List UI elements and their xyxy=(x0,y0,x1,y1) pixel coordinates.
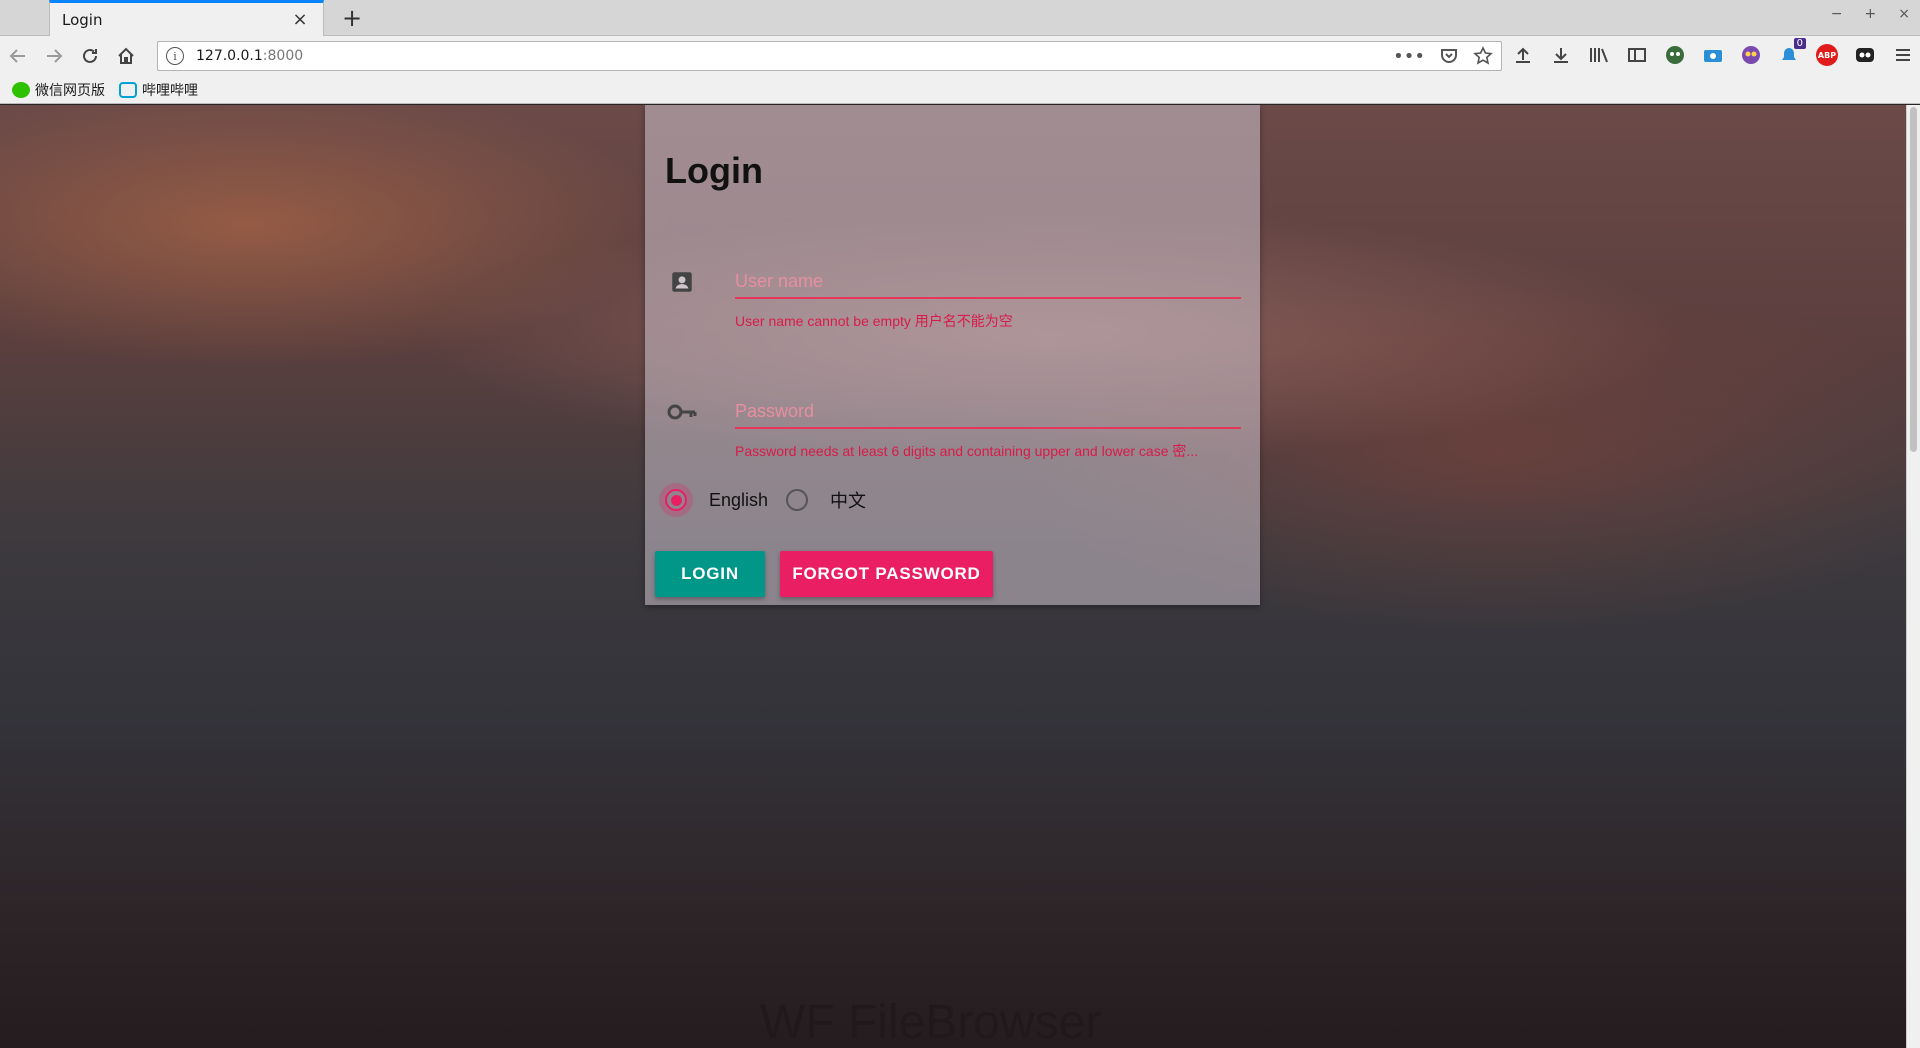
pocket-icon[interactable] xyxy=(1439,46,1459,66)
bookmark-bilibili[interactable]: 哔哩哔哩 xyxy=(119,80,198,100)
back-button[interactable] xyxy=(0,40,36,72)
reload-icon xyxy=(83,48,97,63)
nav-bar: i 127.0.0.1 :8000 ••• 0 ABP xyxy=(0,36,1920,76)
bookmark-label: 微信网页版 xyxy=(35,82,105,99)
home-icon xyxy=(118,47,134,64)
site-info-icon[interactable]: i xyxy=(166,47,184,65)
login-button[interactable]: LOGIN xyxy=(655,551,765,597)
upload-icon[interactable] xyxy=(1510,40,1536,70)
bilibili-icon xyxy=(119,81,137,98)
scrollbar-thumb[interactable] xyxy=(1910,107,1917,452)
login-card: Login User name cannot be empty 用户名不能为空 … xyxy=(645,105,1260,605)
screenshot-icon[interactable] xyxy=(1700,40,1726,70)
radio-english[interactable] xyxy=(665,489,687,511)
hamburger-menu-icon[interactable] xyxy=(1890,40,1916,70)
arrow-left-icon xyxy=(9,49,25,63)
radio-english-label: English xyxy=(709,489,769,510)
window-controls: − + × xyxy=(1831,6,1910,22)
page-scrollbar[interactable] xyxy=(1906,105,1920,1048)
page-background: Login User name cannot be empty 用户名不能为空 … xyxy=(0,105,1906,1048)
bookmark-star-icon[interactable] xyxy=(1473,46,1493,66)
url-actions: ••• xyxy=(1393,46,1493,67)
arrow-right-icon xyxy=(47,49,63,63)
library-icon[interactable] xyxy=(1586,40,1612,70)
account-box-icon xyxy=(665,265,699,299)
page-actions-icon[interactable]: ••• xyxy=(1393,46,1425,67)
forward-button[interactable] xyxy=(36,40,72,72)
key-icon xyxy=(665,395,699,429)
notification-bell-icon[interactable]: 0 xyxy=(1776,38,1806,70)
forgot-password-button[interactable]: FORGOT PASSWORD xyxy=(780,551,993,597)
new-tab-button[interactable]: + xyxy=(338,4,366,32)
page-title: Login xyxy=(665,150,763,191)
download-icon[interactable] xyxy=(1548,40,1574,70)
ghost-extension-icon[interactable] xyxy=(1852,40,1878,70)
maximize-button[interactable]: + xyxy=(1865,6,1877,22)
address-bar[interactable]: i 127.0.0.1 :8000 ••• xyxy=(157,41,1502,71)
tab-title: Login xyxy=(62,10,103,29)
bookmark-wechat[interactable]: 微信网页版 xyxy=(12,80,105,100)
browser-tab[interactable]: Login × xyxy=(49,0,324,36)
wechat-icon xyxy=(12,81,30,98)
notification-badge: 0 xyxy=(1793,38,1806,49)
url-host: 127.0.0.1 xyxy=(196,48,263,64)
bookmarks-bar: 微信网页版 哔哩哔哩 xyxy=(0,76,1920,104)
radio-chinese[interactable] xyxy=(786,489,809,511)
username-error: User name cannot be empty 用户名不能为空 xyxy=(735,313,1013,329)
username-input[interactable] xyxy=(735,265,1241,299)
bookmark-label: 哔哩哔哩 xyxy=(142,82,198,99)
adblock-plus-icon[interactable]: ABP xyxy=(1814,40,1840,70)
radio-chinese-label: 中文 xyxy=(830,491,867,511)
extension-owl-icon[interactable] xyxy=(1738,40,1764,70)
home-button[interactable] xyxy=(108,40,144,72)
tab-bar: Login × + − + × xyxy=(0,0,1920,36)
toolbar-extensions: 0 ABP xyxy=(1510,38,1916,70)
extension-face-icon[interactable] xyxy=(1662,40,1688,70)
reload-button[interactable] xyxy=(72,40,108,72)
footer-brand: WF FileBrowser xyxy=(760,996,1102,1048)
url-port: :8000 xyxy=(262,48,304,64)
close-tab-icon[interactable]: × xyxy=(289,9,311,31)
minimize-button[interactable]: − xyxy=(1831,6,1843,22)
close-window-button[interactable]: × xyxy=(1898,6,1910,22)
password-input[interactable] xyxy=(735,395,1241,429)
sidebar-icon[interactable] xyxy=(1624,40,1650,70)
language-selector: English 中文 xyxy=(665,487,884,513)
password-error: Password needs at least 6 digits and con… xyxy=(735,443,1199,459)
